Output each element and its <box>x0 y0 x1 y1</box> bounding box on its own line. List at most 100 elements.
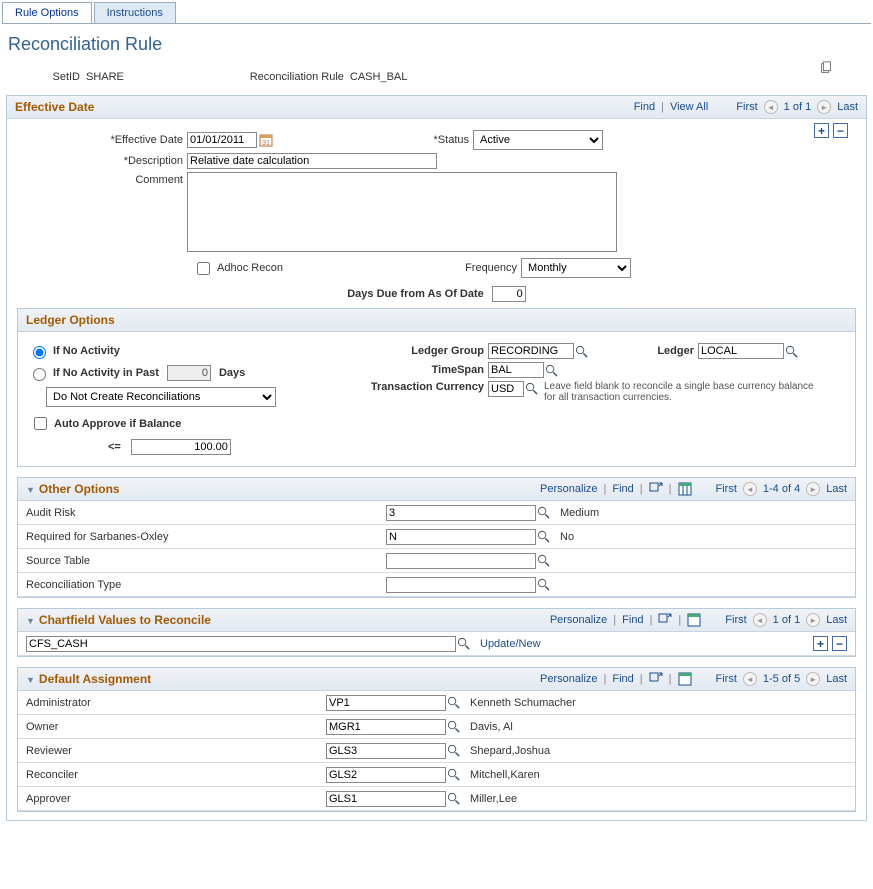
threshold-input[interactable] <box>131 439 231 455</box>
txncurr-note: Leave field blank to reconcile a single … <box>544 381 814 403</box>
lookup-icon[interactable] <box>446 792 460 806</box>
assign-code-input[interactable] <box>326 791 446 807</box>
effdate-input[interactable] <box>187 132 257 148</box>
calendar-icon[interactable]: 31 <box>259 133 273 147</box>
collapse-icon[interactable]: ▼ <box>26 675 35 685</box>
eff-delete-row-button[interactable]: − <box>833 123 848 138</box>
status-label: *Status <box>273 134 473 146</box>
daysdue-input[interactable] <box>492 286 526 302</box>
txncurr-label: Transaction Currency <box>348 381 488 393</box>
collapse-icon[interactable]: ▼ <box>26 485 35 495</box>
eff-next-button[interactable]: ► <box>817 100 831 114</box>
other-row-input[interactable] <box>386 553 536 569</box>
assign-code-input[interactable] <box>326 695 446 711</box>
cf-pager[interactable]: 1 of 1 <box>773 614 801 626</box>
tab-instructions[interactable]: Instructions <box>94 2 176 23</box>
adhoc-checkbox[interactable] <box>197 262 210 275</box>
assign-pager[interactable]: 1-5 of 5 <box>763 673 800 685</box>
lookup-icon[interactable] <box>536 506 550 520</box>
collapse-icon[interactable]: ▼ <box>26 616 35 626</box>
ledger-options-section: Ledger Options If No Activity If No Acti… <box>17 308 856 467</box>
copy-icon[interactable] <box>819 61 833 75</box>
eff-title: Effective Date <box>15 100 94 114</box>
rule-value: CASH_BAL <box>350 71 407 83</box>
cf-updatenew-link[interactable]: Update/New <box>480 638 541 650</box>
cf-delete-row-button[interactable]: − <box>832 636 847 651</box>
assign-prev-button[interactable]: ◄ <box>743 672 757 686</box>
txncurr-input[interactable] <box>488 381 524 397</box>
other-row-input[interactable] <box>386 529 536 545</box>
cf-add-row-button[interactable]: + <box>813 636 828 651</box>
cf-last: Last <box>826 614 847 626</box>
download-icon[interactable] <box>678 672 692 686</box>
other-prev-button[interactable]: ◄ <box>743 482 757 496</box>
lookup-icon[interactable] <box>446 696 460 710</box>
lookup-icon[interactable] <box>446 744 460 758</box>
other-row-input[interactable] <box>386 505 536 521</box>
assign-code-input[interactable] <box>326 743 446 759</box>
assign-role: Reviewer <box>26 745 326 757</box>
setid-label: SetID <box>8 71 80 83</box>
lookup-icon[interactable] <box>574 344 588 358</box>
other-find-link[interactable]: Find <box>612 483 633 495</box>
cf-personalize-link[interactable]: Personalize <box>550 614 607 626</box>
table-row: ReconcilerMitchell,Karen <box>18 763 855 787</box>
timespan-input[interactable] <box>488 362 544 378</box>
cf-prev-button[interactable]: ◄ <box>753 613 767 627</box>
autoapprove-checkbox[interactable] <box>34 417 47 430</box>
assign-code-input[interactable] <box>326 767 446 783</box>
assign-code-input[interactable] <box>326 719 446 735</box>
assign-role: Administrator <box>26 697 326 709</box>
zoom-icon[interactable] <box>649 672 663 686</box>
eff-pager[interactable]: 1 of 1 <box>784 101 812 113</box>
lookup-icon[interactable] <box>446 768 460 782</box>
autoapprove-label: Auto Approve if Balance <box>54 418 181 430</box>
noactivity-action-select[interactable]: Do Not Create Reconciliations <box>46 387 276 407</box>
tab-strip: Rule Options Instructions <box>2 2 871 24</box>
cf-value-input[interactable] <box>26 636 456 652</box>
other-pager[interactable]: 1-4 of 4 <box>763 483 800 495</box>
eff-find-link[interactable]: Find <box>634 101 655 113</box>
lookup-icon[interactable] <box>536 578 550 592</box>
eff-prev-button[interactable]: ◄ <box>764 100 778 114</box>
lookup-icon[interactable] <box>544 363 558 377</box>
zoom-icon[interactable] <box>658 613 672 627</box>
lookup-icon[interactable] <box>456 637 470 651</box>
lookup-icon[interactable] <box>446 720 460 734</box>
eff-viewall-link[interactable]: View All <box>670 101 708 113</box>
default-assignment-section: ▼Default Assignment Personalize| Find| |… <box>17 667 856 812</box>
lookup-icon[interactable] <box>536 554 550 568</box>
ifnoactivity-radio[interactable] <box>33 346 46 359</box>
ledger-input[interactable] <box>698 343 784 359</box>
other-next-button[interactable]: ► <box>806 482 820 496</box>
other-personalize-link[interactable]: Personalize <box>540 483 597 495</box>
status-select[interactable]: Active <box>473 130 603 150</box>
other-title: Other Options <box>39 482 120 496</box>
assign-next-button[interactable]: ► <box>806 672 820 686</box>
ledger-title: Ledger Options <box>26 313 115 327</box>
zoom-icon[interactable] <box>649 482 663 496</box>
ifnoactivitypast-radio[interactable] <box>33 368 46 381</box>
table-row: AdministratorKenneth Schumacher <box>18 691 855 715</box>
other-options-section: ▼Other Options Personalize| Find| | Firs… <box>17 477 856 598</box>
eff-add-row-button[interactable]: + <box>814 123 829 138</box>
tab-rule-options[interactable]: Rule Options <box>2 2 92 23</box>
cf-find-link[interactable]: Find <box>622 614 643 626</box>
other-row-label: Required for Sarbanes-Oxley <box>26 531 386 543</box>
assign-find-link[interactable]: Find <box>612 673 633 685</box>
comment-textarea[interactable] <box>187 172 617 252</box>
cf-next-button[interactable]: ► <box>806 613 820 627</box>
download-icon[interactable] <box>678 482 692 496</box>
assign-first: First <box>716 673 737 685</box>
lookup-icon[interactable] <box>536 530 550 544</box>
other-row-desc: Medium <box>560 507 599 519</box>
assign-personalize-link[interactable]: Personalize <box>540 673 597 685</box>
other-row-input[interactable] <box>386 577 536 593</box>
freq-select[interactable]: Monthly <box>521 258 631 278</box>
ledgergroup-input[interactable] <box>488 343 574 359</box>
lookup-icon[interactable] <box>524 381 538 395</box>
desc-input[interactable] <box>187 153 437 169</box>
other-last: Last <box>826 483 847 495</box>
lookup-icon[interactable] <box>784 344 798 358</box>
download-icon[interactable] <box>687 613 701 627</box>
